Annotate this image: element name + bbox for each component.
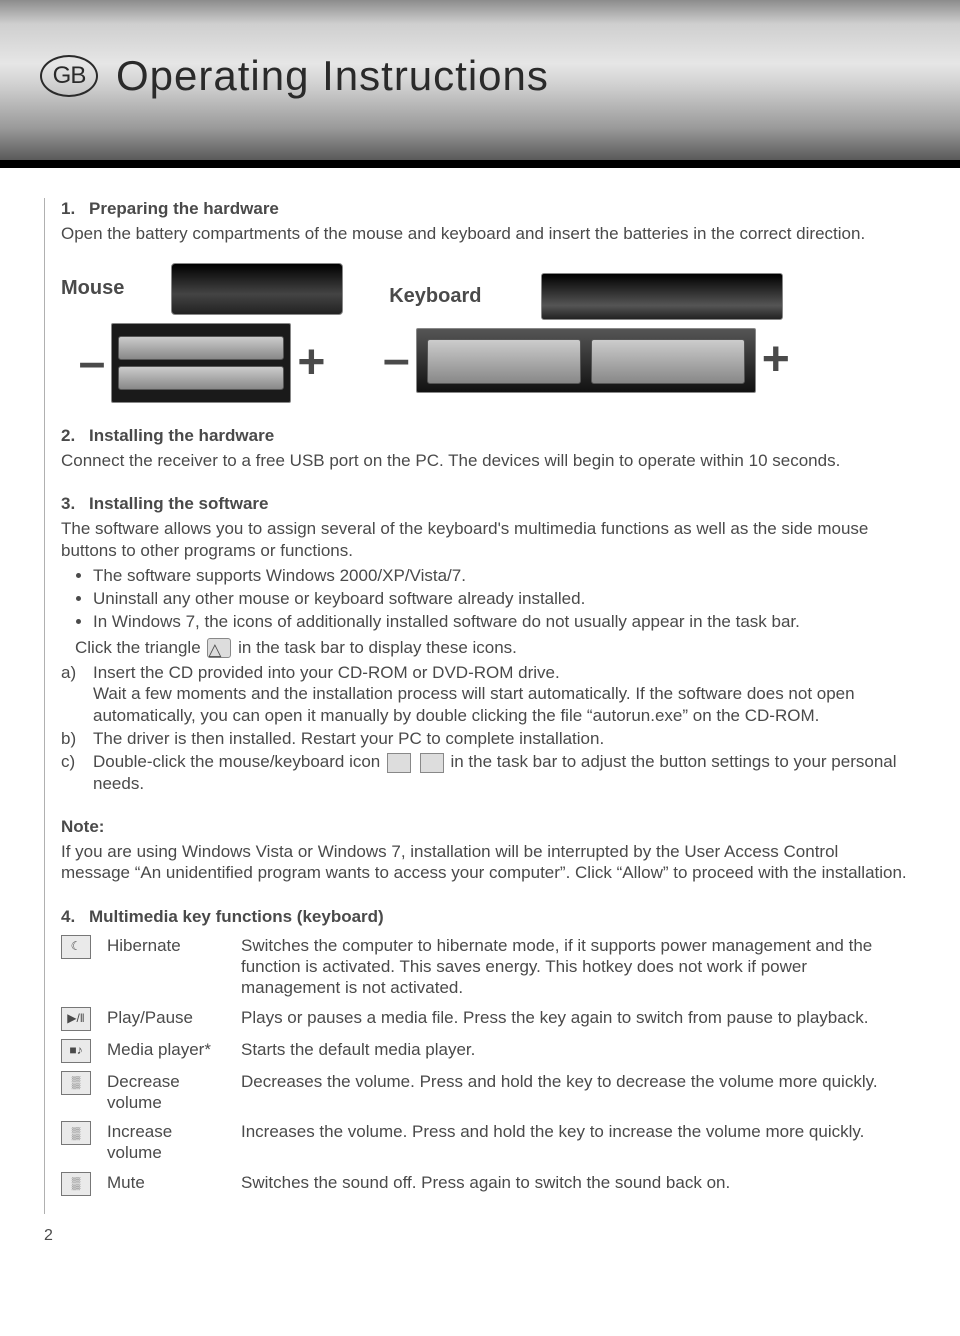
play-pause-icon: ▶/‖ bbox=[61, 1007, 93, 1031]
section-2-body: Connect the receiver to a free USB port … bbox=[61, 450, 910, 471]
click-line-a: Click the triangle bbox=[75, 638, 201, 657]
section-3-title: Installing the software bbox=[89, 494, 268, 513]
page-title: GB Operating Instructions bbox=[40, 50, 549, 103]
mm-key-name: Play/Pause bbox=[107, 1007, 227, 1028]
section-3-steps: a) Insert the CD provided into your CD-R… bbox=[61, 662, 910, 794]
mm-row: ■♪ Media player* Starts the default media … bbox=[61, 1039, 910, 1063]
mm-key-name: Hibernate bbox=[107, 935, 227, 956]
vol-up-icon: ▒ bbox=[61, 1121, 93, 1145]
bullet: Uninstall any other mouse or keyboard so… bbox=[93, 588, 910, 609]
section-1-title: Preparing the hardware bbox=[89, 199, 279, 218]
step-b: b) The driver is then installed. Restart… bbox=[61, 728, 910, 749]
minus-sign: – bbox=[79, 339, 106, 387]
step-a-letter: a) bbox=[61, 662, 79, 726]
bullet: In Windows 7, the icons of additionally … bbox=[93, 611, 910, 632]
section-4-heading: 4.Multimedia key functions (keyboard) bbox=[61, 906, 910, 927]
page-banner: GB Operating Instructions bbox=[0, 0, 960, 160]
plus-sign: + bbox=[762, 336, 790, 384]
plus-sign: + bbox=[297, 339, 325, 387]
step-c-letter: c) bbox=[61, 751, 79, 794]
minus-sign: – bbox=[383, 336, 410, 384]
step-c: c) Double-click the mouse/keyboard icon … bbox=[61, 751, 910, 794]
vol-down-icon: ▒ bbox=[61, 1071, 93, 1095]
keyboard-label: Keyboard bbox=[389, 284, 481, 309]
section-4-num: 4. bbox=[61, 906, 89, 927]
title-text: Operating Instructions bbox=[116, 50, 549, 103]
section-2-title: Installing the hardware bbox=[89, 426, 274, 445]
mute-icon: ▒ bbox=[61, 1172, 93, 1196]
mm-row: ▒ Increase volume Increases the volume. Pr… bbox=[61, 1121, 910, 1164]
note-body: If you are using Windows Vista or Window… bbox=[61, 841, 910, 884]
mouse-label: Mouse bbox=[61, 276, 121, 301]
click-line-b: in the task bar to display these icons. bbox=[238, 638, 517, 657]
keyboard-compartment-image bbox=[416, 328, 756, 393]
step-b-letter: b) bbox=[61, 728, 79, 749]
section-4-title: Multimedia key functions (keyboard) bbox=[89, 907, 384, 926]
media-player-icon: ■♪ bbox=[61, 1039, 93, 1063]
step-b-text: The driver is then installed. Restart yo… bbox=[93, 728, 604, 749]
section-2-heading: 2.Installing the hardware bbox=[61, 425, 910, 446]
section-3-bullets: The software supports Windows 2000/XP/Vi… bbox=[61, 565, 910, 633]
mm-key-desc: Plays or pauses a media file. Press the … bbox=[241, 1007, 910, 1028]
keyboard-tray-icon bbox=[420, 753, 444, 773]
mm-row: ▒ Decrease volume Decreases the volume. Pr… bbox=[61, 1071, 910, 1114]
mm-key-name: Media player* bbox=[107, 1039, 227, 1060]
mouse-compartment-image bbox=[111, 323, 291, 403]
page-number: 2 bbox=[44, 1226, 960, 1246]
keyboard-lid-image bbox=[541, 273, 783, 320]
mm-row: ▒ Mute Switches the sound off. Press again… bbox=[61, 1172, 910, 1196]
section-2-num: 2. bbox=[61, 425, 89, 446]
note-heading: Note: bbox=[61, 816, 910, 837]
mm-row: ▶/‖ Play/Pause Plays or pauses a media fil… bbox=[61, 1007, 910, 1031]
language-badge: GB bbox=[40, 55, 98, 97]
click-triangle-line: Click the triangle △ in the task bar to … bbox=[61, 637, 910, 659]
mm-key-desc: Switches the sound off. Press again to s… bbox=[241, 1172, 910, 1193]
mm-key-name: Increase volume bbox=[107, 1121, 227, 1164]
mouse-lid-image bbox=[171, 263, 343, 315]
mm-key-desc: Decreases the volume. Press and hold the… bbox=[241, 1071, 910, 1092]
step-a: a) Insert the CD provided into your CD-R… bbox=[61, 662, 910, 726]
content-body: 1.Preparing the hardware Open the batter… bbox=[44, 198, 930, 1214]
mm-row: ☾ Hibernate Switches the computer to hiber… bbox=[61, 935, 910, 999]
banner-divider bbox=[0, 160, 960, 168]
step-c-text1: Double-click the mouse/keyboard icon bbox=[93, 752, 380, 771]
section-1-heading: 1.Preparing the hardware bbox=[61, 198, 910, 219]
hardware-figure: Mouse – + Keyboard – + bbox=[61, 263, 910, 403]
mm-key-desc: Switches the computer to hibernate mode,… bbox=[241, 935, 910, 999]
mm-key-desc: Increases the volume. Press and hold the… bbox=[241, 1121, 910, 1142]
section-1-body: Open the battery compartments of the mou… bbox=[61, 223, 910, 244]
step-a-line1: Insert the CD provided into your CD-ROM … bbox=[93, 663, 560, 682]
mm-key-desc: Starts the default media player. bbox=[241, 1039, 910, 1060]
mm-key-name: Mute bbox=[107, 1172, 227, 1193]
section-1-num: 1. bbox=[61, 198, 89, 219]
tray-triangle-icon: △ bbox=[207, 638, 231, 658]
step-a-line2: Wait a few moments and the installation … bbox=[93, 684, 855, 724]
mm-key-name: Decrease volume bbox=[107, 1071, 227, 1114]
bullet: The software supports Windows 2000/XP/Vi… bbox=[93, 565, 910, 586]
multimedia-table: ☾ Hibernate Switches the computer to hiber… bbox=[61, 935, 910, 1196]
section-3-num: 3. bbox=[61, 493, 89, 514]
section-3-heading: 3.Installing the software bbox=[61, 493, 910, 514]
mouse-tray-icon bbox=[387, 753, 411, 773]
hibernate-icon: ☾ bbox=[61, 935, 93, 959]
section-3-body: The software allows you to assign severa… bbox=[61, 518, 910, 561]
